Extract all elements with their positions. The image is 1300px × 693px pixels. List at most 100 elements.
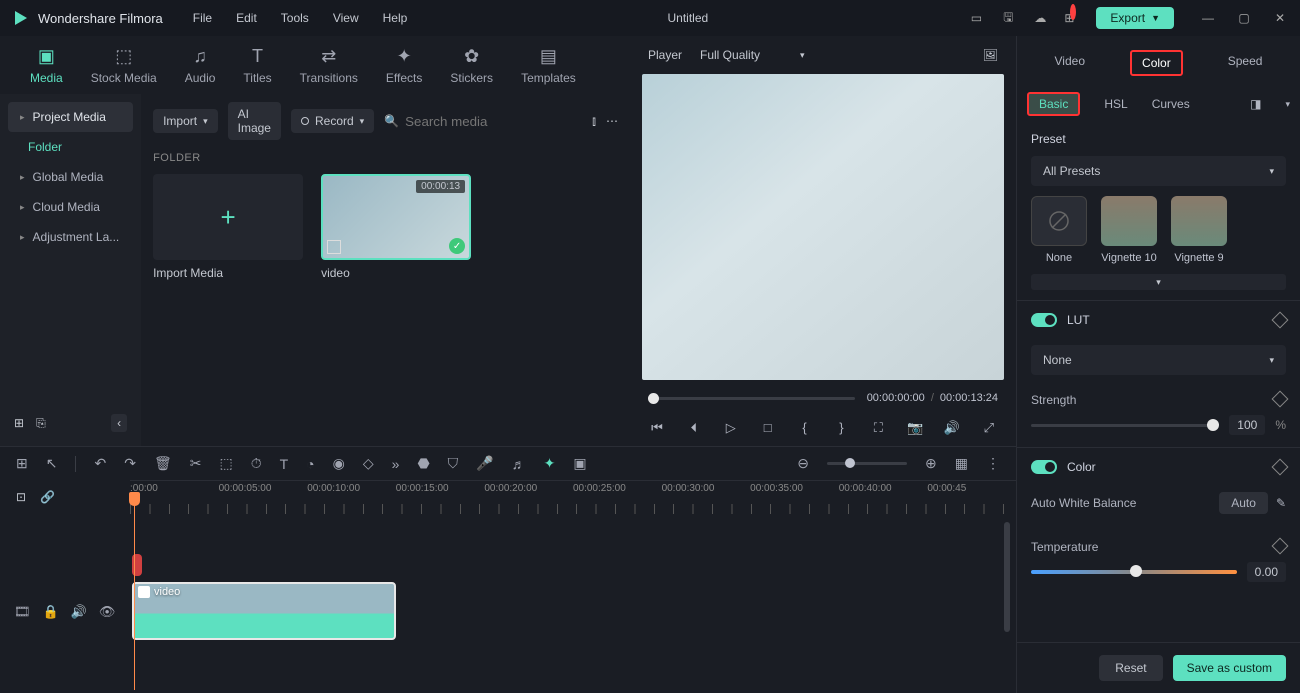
strength-slider[interactable] bbox=[1031, 424, 1219, 427]
timeline-ruler[interactable]: :00:00 00:00:05:00 00:00:10:00 00:00:15:… bbox=[130, 480, 1016, 514]
delete-icon[interactable]: 🗑 bbox=[154, 455, 172, 472]
fullscreen-icon[interactable]: ⤢ bbox=[980, 420, 998, 436]
playhead[interactable] bbox=[134, 492, 135, 690]
tl-apps-icon[interactable]: ⊞ bbox=[16, 455, 28, 472]
lut-select[interactable]: None ▾ bbox=[1031, 345, 1286, 375]
speed-icon[interactable]: ⏱ bbox=[251, 455, 262, 472]
zoom-in-icon[interactable]: ⊕ bbox=[925, 455, 937, 472]
keyframe-icon[interactable] bbox=[1272, 459, 1289, 476]
keyframe-tl-icon[interactable]: ◇ bbox=[363, 455, 374, 472]
media-clip[interactable]: 00:00:13 ✓ bbox=[321, 174, 471, 260]
import-media-tile[interactable]: + bbox=[153, 174, 303, 260]
mark-out-icon[interactable]: } bbox=[832, 420, 850, 436]
sidebar-item-cloud-media[interactable]: ▸Cloud Media bbox=[8, 192, 133, 222]
ai-image-button[interactable]: AI Image bbox=[228, 102, 281, 140]
preset-vignette-10[interactable]: Vignette 10 bbox=[1101, 196, 1157, 264]
subtab-hsl[interactable]: HSL bbox=[1104, 97, 1127, 111]
color-icon[interactable]: ◔ bbox=[306, 456, 314, 472]
new-folder-icon[interactable]: ⊞ bbox=[14, 416, 24, 430]
crop-icon[interactable]: ⬚ bbox=[219, 455, 232, 472]
keyframe-icon[interactable] bbox=[1272, 312, 1289, 329]
track-mute-icon[interactable]: 🔊 bbox=[71, 604, 87, 620]
stop-icon[interactable]: □ bbox=[759, 420, 777, 436]
collapse-sidebar-icon[interactable]: ‹ bbox=[111, 414, 127, 432]
mask-icon[interactable]: ◉ bbox=[333, 455, 345, 472]
snapshot-icon[interactable]: 📷 bbox=[906, 420, 924, 436]
audio-mix-icon[interactable]: ♬ bbox=[512, 456, 526, 472]
tab-titles[interactable]: TTitles bbox=[243, 46, 271, 85]
display-icon[interactable]: ⛶ bbox=[869, 420, 887, 436]
tab-templates[interactable]: ▤Templates bbox=[521, 46, 576, 85]
prev-frame-icon[interactable]: ⏮ bbox=[648, 420, 666, 436]
preset-vignette-9[interactable]: Vignette 9 bbox=[1171, 196, 1227, 264]
timeline-scrollbar[interactable] bbox=[1004, 522, 1010, 632]
text-icon[interactable]: T bbox=[280, 456, 289, 472]
import-button[interactable]: Import▾ bbox=[153, 109, 218, 133]
color-toggle[interactable] bbox=[1031, 460, 1057, 474]
tab-audio[interactable]: ♫Audio bbox=[185, 46, 216, 85]
menu-help[interactable]: Help bbox=[383, 11, 408, 25]
eyedropper-icon[interactable]: ✎ bbox=[1276, 496, 1286, 510]
shield-icon[interactable]: ⛉ bbox=[448, 455, 459, 472]
lut-toggle[interactable] bbox=[1031, 313, 1057, 327]
preview-scrubber[interactable] bbox=[648, 397, 855, 400]
track-video-icon[interactable]: 🎞 bbox=[14, 604, 31, 620]
snapshot-mode-icon[interactable]: 🖼 bbox=[983, 48, 998, 62]
undo-icon[interactable]: ↶ bbox=[94, 455, 106, 472]
track-lock-icon[interactable]: 🔒 bbox=[43, 604, 59, 620]
mic-icon[interactable]: 🎤 bbox=[476, 455, 493, 472]
tl-select-icon[interactable]: ↖ bbox=[46, 455, 58, 472]
filter-icon[interactable]: ⫾ bbox=[592, 114, 596, 129]
preset-expand[interactable]: ▾ bbox=[1031, 274, 1286, 290]
tl-pin-icon[interactable]: ⊡ bbox=[16, 490, 26, 504]
keyframe-icon[interactable] bbox=[1272, 538, 1289, 555]
tab-transitions[interactable]: ⇄Transitions bbox=[300, 46, 358, 85]
preset-dropdown[interactable]: All Presets ▾ bbox=[1031, 156, 1286, 186]
tab-speed[interactable]: Speed bbox=[1218, 50, 1273, 76]
highlight-icon[interactable]: ✦ bbox=[544, 455, 556, 472]
preset-none[interactable]: None bbox=[1031, 196, 1087, 264]
more-tl-icon[interactable]: » bbox=[392, 456, 400, 472]
render-icon[interactable]: ▣ bbox=[573, 455, 586, 472]
sidebar-item-global-media[interactable]: ▸Global Media bbox=[8, 162, 133, 192]
auto-wb-button[interactable]: Auto bbox=[1219, 492, 1268, 514]
subtab-curves[interactable]: Curves bbox=[1152, 97, 1190, 111]
reset-button[interactable]: Reset bbox=[1099, 655, 1162, 681]
device-icon[interactable]: ▭ bbox=[968, 10, 984, 26]
tab-stock-media[interactable]: ⬚Stock Media bbox=[91, 46, 157, 85]
save-icon[interactable]: 🖫 bbox=[1000, 10, 1016, 26]
tab-video[interactable]: Video bbox=[1045, 50, 1095, 76]
menu-edit[interactable]: Edit bbox=[236, 11, 257, 25]
sidebar-folder[interactable]: Folder bbox=[8, 132, 133, 162]
compare-icon[interactable]: ◨ bbox=[1250, 97, 1261, 111]
volume-icon[interactable]: 🔊 bbox=[943, 420, 961, 436]
sidebar-item-adjustment-layer[interactable]: ▸Adjustment La... bbox=[8, 222, 133, 252]
export-button[interactable]: Export ▼ bbox=[1096, 7, 1174, 29]
close-icon[interactable]: ✕ bbox=[1272, 10, 1288, 26]
preview-viewport[interactable] bbox=[642, 74, 1004, 380]
subtab-basic[interactable]: Basic bbox=[1027, 92, 1080, 116]
tl-link-icon[interactable]: 🔗 bbox=[40, 490, 55, 504]
step-back-icon[interactable]: ⏴ bbox=[685, 420, 703, 436]
marker-icon[interactable]: ⬣ bbox=[417, 455, 429, 472]
tab-effects[interactable]: ✦Effects bbox=[386, 46, 422, 85]
minimize-icon[interactable]: — bbox=[1200, 10, 1216, 26]
keyframe-icon[interactable] bbox=[1272, 391, 1289, 408]
more-icon[interactable]: ⋯ bbox=[606, 114, 618, 128]
redo-icon[interactable]: ↷ bbox=[124, 455, 136, 472]
tab-stickers[interactable]: ✿Stickers bbox=[450, 46, 493, 85]
record-button[interactable]: Record▾ bbox=[291, 109, 374, 133]
search-input[interactable] bbox=[405, 114, 582, 129]
folder-out-icon[interactable]: ⎘ bbox=[36, 416, 46, 431]
tl-options-icon[interactable]: ⋮ bbox=[986, 455, 1000, 472]
menu-tools[interactable]: Tools bbox=[281, 11, 309, 25]
tab-media[interactable]: ▣Media bbox=[30, 46, 63, 85]
zoom-slider[interactable] bbox=[827, 462, 907, 465]
strength-value[interactable]: 100 bbox=[1229, 415, 1265, 435]
play-icon[interactable]: ▷ bbox=[722, 420, 740, 436]
tab-color[interactable]: Color bbox=[1130, 50, 1183, 76]
temperature-slider[interactable] bbox=[1031, 570, 1237, 574]
maximize-icon[interactable]: ▢ bbox=[1236, 10, 1252, 26]
timeline-clip[interactable]: video bbox=[132, 582, 396, 640]
split-icon[interactable]: ✂ bbox=[190, 455, 202, 472]
